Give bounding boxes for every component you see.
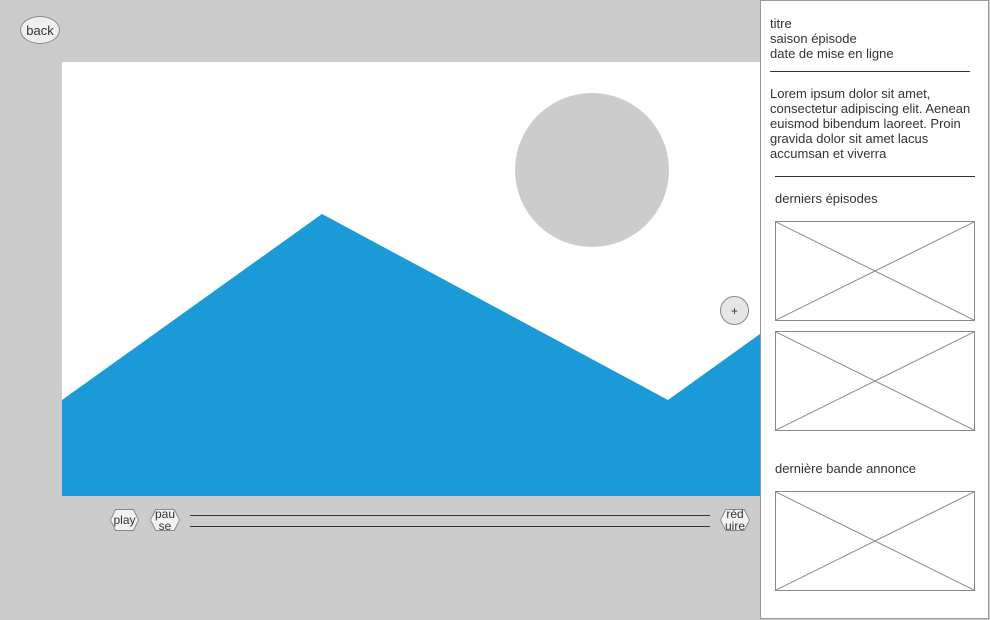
image-placeholder-icon [776,222,974,320]
sun-shape [515,93,669,247]
pause-button-label: pause [154,507,176,533]
episode-info-panel: titre saison épisode date de mise en lig… [760,0,989,619]
add-button[interactable]: + [720,296,749,325]
episode-description: Lorem ipsum dolor sit amet, consectetur … [770,86,971,161]
episode-meta: titre saison épisode date de mise en lig… [770,16,894,61]
play-button[interactable]: play [110,509,139,531]
divider [775,176,975,177]
season-episode: saison épisode [770,31,857,46]
episode-thumbnail[interactable] [775,331,975,431]
image-placeholder-icon [776,332,974,430]
trailer-thumbnail[interactable] [775,491,975,591]
image-placeholder-icon [776,492,974,590]
reduce-button-label: réduire [724,507,745,533]
latest-trailer-heading: dernière bande annonce [775,461,916,476]
reduce-button[interactable]: réduire [720,509,750,531]
play-button-label: play [113,513,136,527]
episode-title: titre [770,16,792,31]
release-date: date de mise en ligne [770,46,894,61]
progress-track[interactable] [190,515,710,527]
pause-button[interactable]: pause [150,509,180,531]
divider [770,71,970,72]
video-placeholder-image [62,62,760,496]
latest-episodes-heading: derniers épisodes [775,191,878,206]
back-button[interactable]: back [20,16,60,44]
episode-thumbnail[interactable] [775,221,975,321]
video-player[interactable] [62,62,760,496]
